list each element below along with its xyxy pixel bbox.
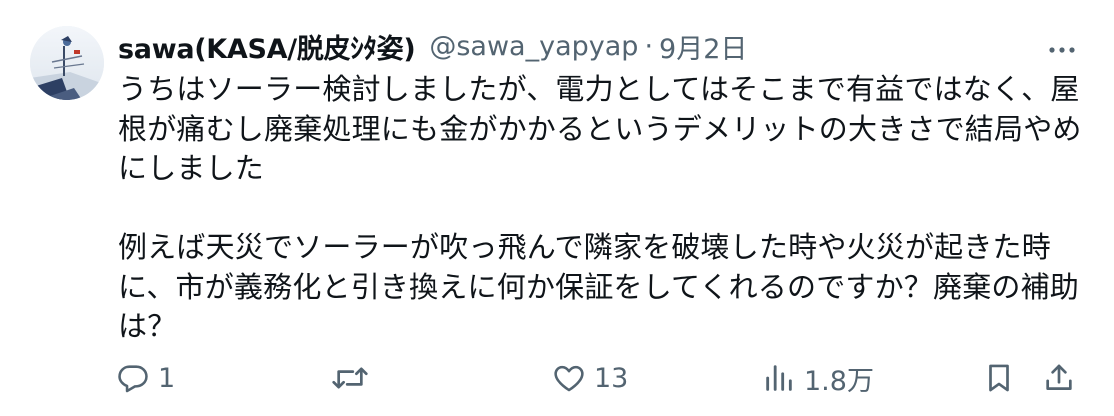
retweet-button[interactable] <box>330 358 378 398</box>
like-button[interactable]: 13 <box>552 358 628 398</box>
tweet-header: sawa(KASA/脱皮ｼﾀ姿) @sawa_yapyap · 9月2日 <box>118 24 747 68</box>
heart-icon <box>554 365 584 392</box>
reply-button[interactable]: 1 <box>116 358 175 398</box>
reply-count: 1 <box>158 362 176 394</box>
retweet-arrows-icon <box>332 367 368 389</box>
more-options-button[interactable] <box>1040 30 1084 66</box>
tweet-paragraph: 例えば天災でソーラーが吹っ飛んで隣家を破壊した時や火災が起きた時に、市が義務化と… <box>118 230 1079 343</box>
views-button[interactable]: 1.8万 <box>762 358 874 398</box>
user-handle[interactable]: @sawa_yapyap <box>429 31 638 62</box>
tweet-text: うちはソーラー検討しましたが、電力としてはそこまで有益ではなく、屋根が痛むし廃棄… <box>118 70 1088 347</box>
avatar[interactable] <box>30 26 104 100</box>
more-horizontal-icon <box>1049 47 1075 53</box>
reply-bubble-icon <box>118 365 148 393</box>
views-count: 1.8万 <box>804 365 874 397</box>
share-button[interactable] <box>1042 358 1076 398</box>
display-name[interactable]: sawa(KASA/脱皮ｼﾀ姿) <box>118 27 416 66</box>
bookmark-button[interactable] <box>982 358 1016 398</box>
avatar-image <box>30 26 104 100</box>
tweet-card: sawa(KASA/脱皮ｼﾀ姿) @sawa_yapyap · 9月2日 うちは… <box>0 0 1114 416</box>
tweet-paragraph: うちはソーラー検討しましたが、電力としてはそこまで有益ではなく、屋根が痛むし廃棄… <box>118 72 1082 185</box>
like-count: 13 <box>594 362 629 394</box>
tweet-date[interactable]: 9月2日 <box>659 27 747 66</box>
share-upload-icon <box>1046 364 1072 390</box>
tweet-actions-bar: 1 13 1.8万 <box>0 352 1114 404</box>
analytics-bars-icon <box>766 365 792 391</box>
bookmark-icon <box>989 364 1009 392</box>
separator-dot: · <box>644 30 654 62</box>
